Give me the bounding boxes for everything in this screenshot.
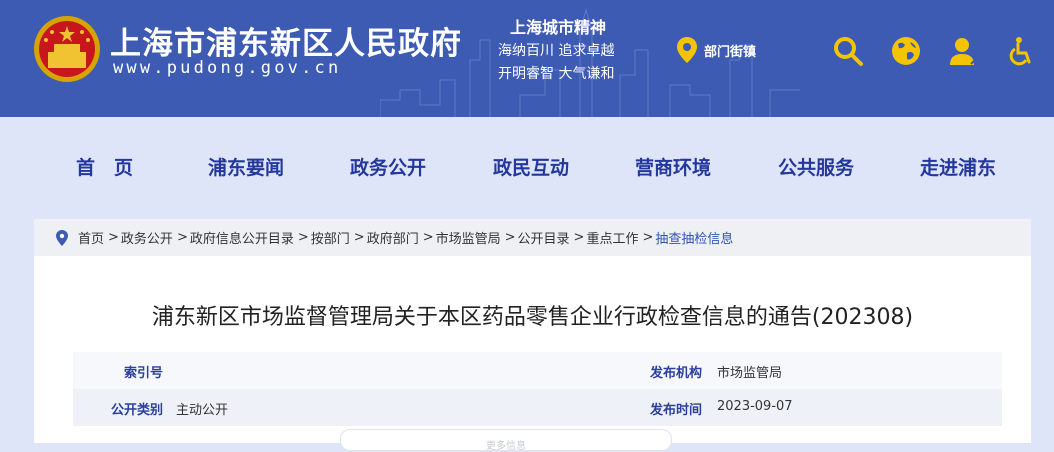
nav-item-gov-open[interactable]: 政务公开 (350, 153, 426, 180)
department-street-link[interactable]: 部门街镇 (676, 36, 756, 64)
globe-icon[interactable] (890, 35, 922, 67)
breadcrumb: 首页 > 政务公开 > 政府信息公开目录 > 按部门 > 政府部门 > 市场监管… (34, 219, 1031, 256)
nav-item-business[interactable]: 营商环境 (635, 153, 711, 180)
breadcrumb-item[interactable]: 政府部门 (367, 228, 419, 247)
city-spirit-line: 海纳百川 追求卓越 (498, 43, 615, 59)
breadcrumb-separator: > (504, 230, 516, 245)
breadcrumb-separator: > (573, 230, 585, 245)
nav-item-services[interactable]: 公共服务 (778, 153, 854, 180)
breadcrumb-item[interactable]: 首页 (78, 228, 104, 247)
user-icon[interactable] (948, 35, 980, 67)
breadcrumb-item[interactable]: 政务公开 (121, 228, 173, 247)
breadcrumb-separator: > (422, 230, 434, 245)
index-number-label: 索引号 (124, 366, 164, 381)
publisher-label: 发布机构 (650, 366, 703, 381)
publish-date-label: 发布时间 (650, 403, 703, 418)
accessibility-icon[interactable] (1004, 35, 1036, 67)
breadcrumb-separator: > (297, 230, 309, 245)
meta-row: 索引号 发布机构 市场监管局 (73, 352, 1002, 389)
category-value: 主动公开 (176, 403, 229, 418)
page-title: 浦东新区市场监督管理局关于本区药品零售企业行政检查信息的通告(202308) (151, 305, 914, 330)
content-card: 首页 > 政务公开 > 政府信息公开目录 > 按部门 > 政府部门 > 市场监管… (34, 219, 1031, 452)
breadcrumb-item[interactable]: 市场监管局 (436, 228, 501, 247)
search-icon[interactable] (832, 35, 864, 67)
nav-item-home[interactable]: 首 页 (76, 153, 133, 180)
city-spirit-line: 开明睿智 大气谦和 (498, 66, 615, 82)
breadcrumb-current[interactable]: 抽查抽检信息 (655, 228, 733, 247)
site-url[interactable]: www.pudong.gov.cn (113, 58, 341, 78)
location-icon (677, 37, 697, 63)
breadcrumb-separator: > (642, 230, 654, 245)
nav-item-interaction[interactable]: 政民互动 (493, 153, 569, 180)
publisher-value: 市场监管局 (717, 366, 783, 381)
breadcrumb-item[interactable]: 公开目录 (518, 228, 570, 247)
meta-row: 公开类别 主动公开 发布时间 2023-09-07 (73, 389, 1002, 426)
category-label: 公开类别 (111, 403, 164, 418)
nav-item-about[interactable]: 走进浦东 (920, 153, 996, 180)
national-emblem-icon (34, 16, 100, 82)
breadcrumb-separator: > (353, 230, 365, 245)
site-title[interactable]: 上海市浦东新区人民政府 (110, 18, 462, 63)
nav-item-news[interactable]: 浦东要闻 (208, 153, 284, 180)
city-spirit-title: 上海城市精神 (510, 18, 607, 37)
document-meta-table: 索引号 发布机构 市场监管局 公开类别 主动公开 发布时间 2023-09-07 (73, 352, 1002, 426)
site-header: 上海市浦东新区人民政府 www.pudong.gov.cn 上海城市精神 海纳百… (0, 0, 1054, 117)
location-pin-icon (56, 229, 68, 246)
breadcrumb-item[interactable]: 按部门 (311, 228, 350, 247)
more-info-label: 更多信息 (486, 441, 526, 452)
breadcrumb-separator: > (108, 230, 119, 245)
breadcrumb-item[interactable]: 重点工作 (586, 228, 638, 247)
publish-date-value: 2023-09-07 (717, 399, 793, 414)
breadcrumb-separator: > (176, 230, 188, 245)
breadcrumb-item[interactable]: 政府信息公开目录 (190, 228, 294, 247)
street-label: 部门街镇 (704, 44, 757, 60)
more-info-button[interactable]: 更多信息 (340, 429, 672, 452)
